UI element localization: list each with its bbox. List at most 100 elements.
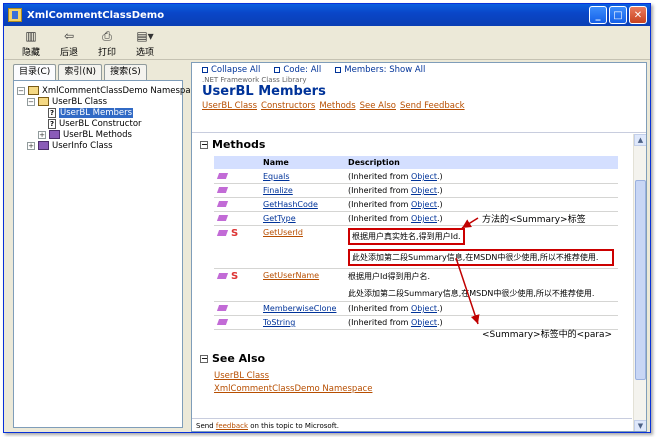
public-method-icon [216, 273, 229, 279]
see-also-section-toggle[interactable]: − See Also [200, 352, 265, 365]
back-arrow-icon: ⇦ [63, 29, 75, 43]
method-link[interactable]: GetHashCode [263, 200, 318, 209]
tree-node-userbl-members[interactable]: ? UserBL Members [48, 107, 134, 118]
topic-content: Collapse All Code: All Members: Show All… [191, 62, 647, 432]
open-book-icon [38, 97, 49, 106]
method-link[interactable]: MemberwiseClone [263, 304, 336, 313]
window-title: XmlCommentClassDemo [27, 9, 165, 21]
para-text: 此处添加第二段Summary信息,在MSDN中很少使用,所以不推荐使用. [348, 289, 595, 298]
tree-node-userinfo-class[interactable]: + UserInfo Class [27, 140, 113, 151]
help-page-icon: ? [48, 107, 56, 118]
link-userbl-class[interactable]: UserBL Class [202, 101, 257, 111]
link-see-also[interactable]: See Also [360, 101, 396, 111]
method-link[interactable]: Equals [263, 172, 290, 181]
tree-node-namespace[interactable]: − XmlCommentClassDemo Namespace [17, 85, 200, 96]
collapse-all-button[interactable]: Collapse All [202, 65, 260, 75]
see-also-links: UserBL Class XmlCommentClassDemo Namespa… [214, 368, 372, 394]
minimize-button[interactable]: _ [589, 6, 607, 24]
navigation-pane: 目录(C) 索引(N) 搜索(S) − XmlCommentClassDemo … [7, 62, 200, 432]
public-method-icon [216, 319, 229, 325]
close-button[interactable]: ✕ [629, 6, 647, 24]
annotation-summary: 方法的<Summary>标签 [482, 215, 586, 225]
link-constructors[interactable]: Constructors [261, 101, 315, 111]
table-row: Finalize (Inherited from Object.) [214, 183, 618, 198]
dropdown-icon [335, 67, 342, 73]
link-methods[interactable]: Methods [319, 101, 355, 111]
dropdown-icon [274, 67, 281, 73]
column-header-name: Name [259, 156, 345, 170]
title-bar[interactable]: XmlCommentClassDemo _ □ ✕ [4, 4, 650, 26]
protected-method-icon [216, 305, 229, 311]
closed-book-icon [49, 130, 60, 139]
object-link[interactable]: Object [411, 172, 437, 181]
method-link[interactable]: GetUserName [263, 271, 319, 280]
see-also-namespace-link[interactable]: XmlCommentClassDemo Namespace [214, 384, 372, 394]
summary-text: 根据用户Id得到用户名. [348, 272, 431, 281]
method-link[interactable]: GetUserId [263, 228, 303, 237]
collapse-icon [202, 67, 208, 73]
collapse-icon: − [200, 139, 208, 149]
object-link[interactable]: Object [411, 186, 437, 195]
options-button[interactable]: ▤▾ 选项 [126, 29, 164, 58]
object-link[interactable]: Object [411, 200, 437, 209]
link-send-feedback[interactable]: Send Feedback [400, 101, 465, 111]
table-row: GetHashCode (Inherited from Object.) [214, 197, 618, 212]
topic-body: − Methods Name Description Equals (Inher… [192, 134, 632, 431]
toolbar: ▥ 隐藏 ⇦ 后退 ⎙ 打印 ▤▾ 选项 [4, 26, 650, 60]
method-link[interactable]: ToString [263, 318, 295, 327]
collapse-icon[interactable]: − [17, 86, 25, 95]
static-icon: S [231, 271, 239, 282]
contents-tree: − XmlCommentClassDemo Namespace − UserBL… [13, 80, 200, 428]
scroll-down-icon[interactable]: ▼ [634, 420, 646, 431]
object-link[interactable]: Object [411, 214, 437, 223]
tree-node-userbl-class[interactable]: − UserBL Class [27, 96, 107, 107]
hide-button[interactable]: ▥ 隐藏 [12, 29, 50, 58]
methods-section-toggle[interactable]: − Methods [200, 138, 265, 151]
object-link[interactable]: Object [411, 318, 437, 327]
column-header-description: Description [344, 156, 618, 170]
see-also-userbl-class-link[interactable]: UserBL Class [214, 371, 372, 381]
table-row: MemberwiseClone (Inherited from Object.) [214, 301, 618, 316]
hide-icon: ▥ [25, 29, 37, 43]
tree-node-userbl-methods[interactable]: + UserBL Methods [38, 129, 132, 140]
printer-icon: ⎙ [102, 29, 112, 43]
closed-book-icon [38, 141, 49, 150]
tab-contents[interactable]: 目录(C) [13, 64, 57, 81]
annotation-para: <Summary>标签中的<para> [482, 330, 613, 340]
public-method-icon [216, 201, 229, 207]
method-link[interactable]: Finalize [263, 186, 293, 195]
tab-index[interactable]: 索引(N) [58, 64, 103, 80]
print-button[interactable]: ⎙ 打印 [88, 29, 126, 58]
feedback-link[interactable]: feedback [216, 422, 248, 430]
para-text: 此处添加第二段Summary信息,在MSDN中很少使用,所以不推荐使用. [348, 249, 614, 266]
expand-icon[interactable]: + [38, 130, 46, 139]
summary-text: 根据用户真实姓名,得到用户Id. [348, 228, 465, 245]
tree-node-userbl-constructor[interactable]: ? UserBL Constructor [48, 118, 142, 129]
static-icon: S [231, 228, 239, 239]
public-method-icon [216, 173, 229, 179]
scroll-up-icon[interactable]: ▲ [634, 134, 646, 146]
methods-table: Name Description Equals (Inherited from … [214, 156, 618, 330]
collapse-icon: − [200, 353, 208, 363]
protected-method-icon [216, 187, 229, 193]
back-button[interactable]: ⇦ 后退 [50, 29, 88, 58]
expand-icon[interactable]: + [27, 141, 35, 150]
footer: Send feedback on this topic to Microsoft… [192, 418, 632, 431]
help-app-icon [8, 8, 22, 22]
tab-search[interactable]: 搜索(S) [104, 64, 147, 80]
maximize-button[interactable]: □ [609, 6, 627, 24]
public-method-icon [216, 215, 229, 221]
page-title: UserBL Members [202, 84, 326, 99]
members-filter-dropdown[interactable]: Members: Show All [335, 65, 425, 75]
vertical-scrollbar[interactable]: ▲ ▼ [633, 134, 646, 431]
scroll-thumb[interactable] [635, 180, 646, 380]
library-label: .NET Framework Class Library [202, 76, 307, 84]
method-link[interactable]: GetType [263, 214, 296, 223]
collapse-icon[interactable]: − [27, 97, 35, 106]
code-language-dropdown[interactable]: Code: All [274, 65, 321, 75]
header-links: UserBL Class Constructors Methods See Al… [202, 101, 465, 111]
table-row: S GetUserName 根据用户Id得到用户名. 此处添加第二段Summar… [214, 268, 618, 302]
object-link[interactable]: Object [411, 304, 437, 313]
table-row: S GetUserId 根据用户真实姓名,得到用户Id. 此处添加第二段Summ… [214, 225, 618, 269]
table-row: Equals (Inherited from Object.) [214, 169, 618, 184]
